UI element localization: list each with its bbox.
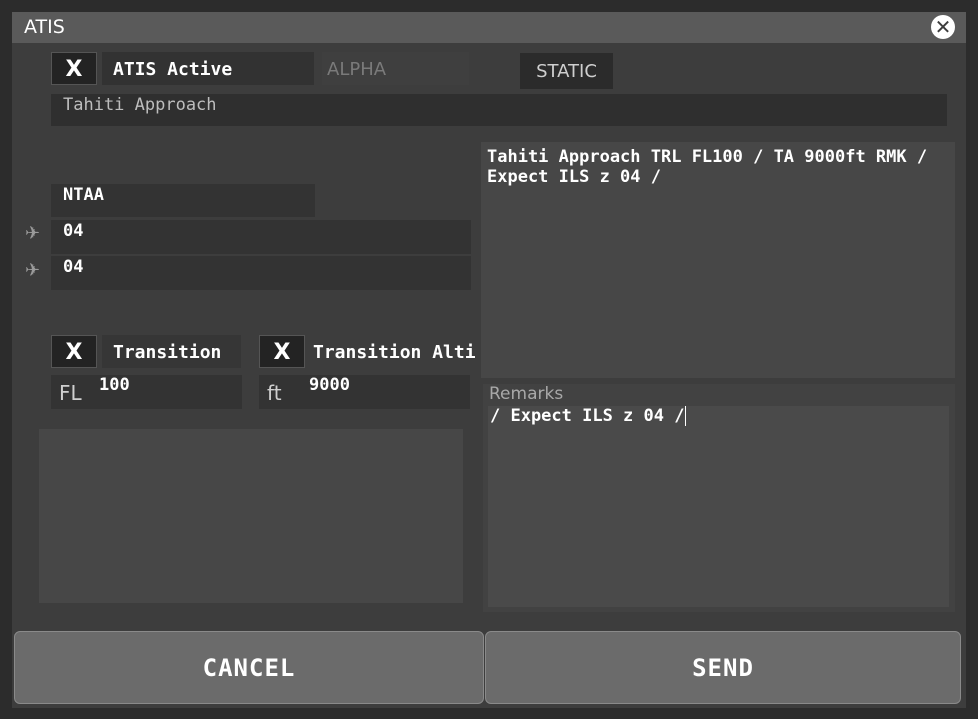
transition-altitude-unit: ft — [267, 381, 282, 405]
departure-runway: 04 — [63, 257, 84, 277]
window-title: ATIS — [24, 16, 65, 38]
transition-altitude-value: 9000 — [309, 375, 350, 395]
transition-level-checkbox[interactable]: X — [51, 335, 97, 368]
arrival-runway-field[interactable]: 04 — [51, 220, 471, 254]
atis-active-checkbox[interactable]: X — [51, 52, 97, 85]
transition-level-field[interactable]: FL 100 — [51, 375, 242, 409]
transition-level-unit: FL — [59, 381, 82, 405]
departure-runway-field[interactable]: 04 — [51, 256, 471, 290]
title-bar: ATIS ✕ — [12, 12, 966, 43]
remarks-panel: Remarks / Expect ILS z 04 / — [483, 384, 955, 612]
transition-level-value: 100 — [99, 375, 130, 395]
transition-altitude-checkbox[interactable]: X — [259, 335, 305, 368]
cancel-button[interactable]: CANCEL — [14, 631, 484, 704]
arrival-runway: 04 — [63, 221, 84, 241]
atis-letter: ALPHA — [327, 59, 387, 80]
send-button[interactable]: SEND — [485, 631, 961, 704]
arrival-plane-icon: ✈ — [25, 223, 41, 244]
atis-active-label: ATIS Active — [113, 59, 233, 80]
transition-altitude-field[interactable]: ft 9000 — [259, 375, 470, 409]
transition-altitude-label-box: Transition Alti — [308, 335, 496, 368]
station-name: Tahiti Approach — [63, 95, 217, 115]
airport-field[interactable]: NTAA — [51, 184, 315, 217]
departure-plane-icon: ✈ — [25, 260, 41, 281]
atis-letter-field[interactable]: ALPHA — [322, 52, 469, 85]
atis-window: ATIS ✕ X ATIS Active ALPHA STATIC Tahiti… — [12, 12, 966, 708]
close-icon[interactable]: ✕ — [931, 15, 955, 39]
static-mode-button[interactable]: STATIC — [520, 53, 613, 89]
empty-panel — [39, 429, 463, 603]
airport-code: NTAA — [63, 185, 104, 205]
station-name-field[interactable]: Tahiti Approach — [51, 94, 947, 126]
transition-altitude-label: Transition Alti — [313, 342, 476, 363]
atis-preview-panel: Tahiti Approach TRL FL100 / TA 9000ft RM… — [481, 142, 955, 378]
transition-level-label: Transition — [113, 342, 222, 363]
remarks-textarea[interactable]: / Expect ILS z 04 / — [488, 406, 949, 607]
remarks-label: Remarks — [489, 384, 564, 404]
atis-preview-text: Tahiti Approach TRL FL100 / TA 9000ft RM… — [487, 147, 928, 187]
remarks-value: / Expect ILS z 04 / — [490, 406, 687, 426]
